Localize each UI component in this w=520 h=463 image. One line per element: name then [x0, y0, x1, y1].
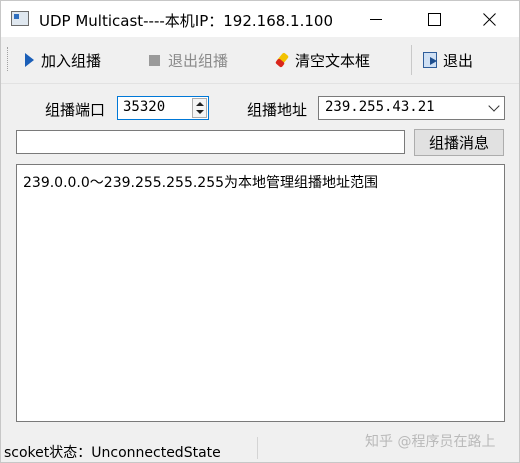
close-icon — [483, 12, 497, 26]
spin-up-icon[interactable] — [196, 102, 204, 106]
port-spinbox[interactable]: 35320 — [117, 96, 209, 120]
leave-multicast-label: 退出组播 — [168, 51, 229, 70]
app-window-icon — [11, 11, 29, 26]
status-separator — [257, 437, 258, 459]
minimize-icon — [370, 18, 382, 20]
minimize-button[interactable] — [347, 1, 405, 37]
maximize-button[interactable] — [405, 1, 463, 37]
play-icon — [25, 53, 34, 67]
toolbar: 加入组播 退出组播 清空文本框 退出 — [1, 37, 519, 84]
port-spin-buttons[interactable] — [192, 98, 207, 118]
message-input[interactable] — [16, 130, 405, 154]
toolbar-separator — [411, 45, 412, 75]
send-multicast-button[interactable]: 组播消息 — [414, 129, 504, 156]
title-bar[interactable]: UDP Multicast----本机IP：192.168.1.100 — [1, 1, 519, 37]
spin-down-icon[interactable] — [196, 110, 204, 114]
maximize-icon — [427, 12, 441, 26]
watermark: 知乎 @程序员在路上 — [365, 434, 496, 450]
exit-label: 退出 — [443, 51, 474, 70]
port-label: 组播端口 — [45, 101, 106, 119]
log-line: 239.0.0.0～239.255.255.255为本地管理组播地址范围 — [23, 175, 379, 191]
address-value[interactable]: 239.255.43.21 — [325, 99, 435, 115]
address-label: 组播地址 — [247, 101, 308, 119]
port-value[interactable]: 35320 — [123, 99, 165, 115]
eraser-icon — [277, 53, 291, 67]
socket-status: scoket状态：UnconnectedState — [4, 445, 221, 461]
leave-multicast-button[interactable]: 退出组播 — [149, 49, 228, 71]
main-window: UDP Multicast----本机IP：192.168.1.100 加入组播… — [0, 0, 520, 463]
clear-text-button[interactable]: 清空文本框 — [277, 49, 370, 71]
address-combobox[interactable]: 239.255.43.21 — [318, 96, 505, 120]
toolbar-grip[interactable] — [7, 47, 10, 71]
exit-button[interactable]: 退出 — [423, 49, 473, 71]
clear-text-label: 清空文本框 — [295, 51, 371, 70]
exit-door-icon — [423, 52, 437, 68]
log-textarea[interactable]: 239.0.0.0～239.255.255.255为本地管理组播地址范围 — [16, 164, 505, 422]
close-button[interactable] — [461, 1, 519, 37]
join-multicast-label: 加入组播 — [41, 51, 102, 70]
join-multicast-button[interactable]: 加入组播 — [25, 49, 101, 71]
window-title: UDP Multicast----本机IP：192.168.1.100 — [39, 12, 334, 30]
chevron-down-icon[interactable] — [488, 100, 500, 112]
stop-icon — [149, 54, 160, 66]
